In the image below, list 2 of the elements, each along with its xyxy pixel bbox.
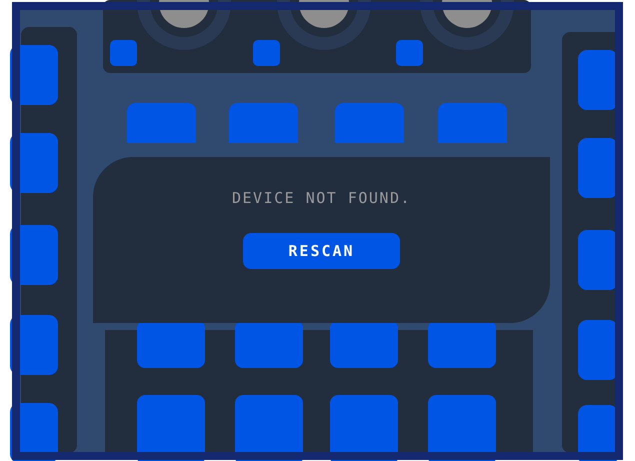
error-message: DEVICE NOT FOUND. xyxy=(232,189,412,207)
rescan-button[interactable]: RESCAN xyxy=(243,233,400,269)
